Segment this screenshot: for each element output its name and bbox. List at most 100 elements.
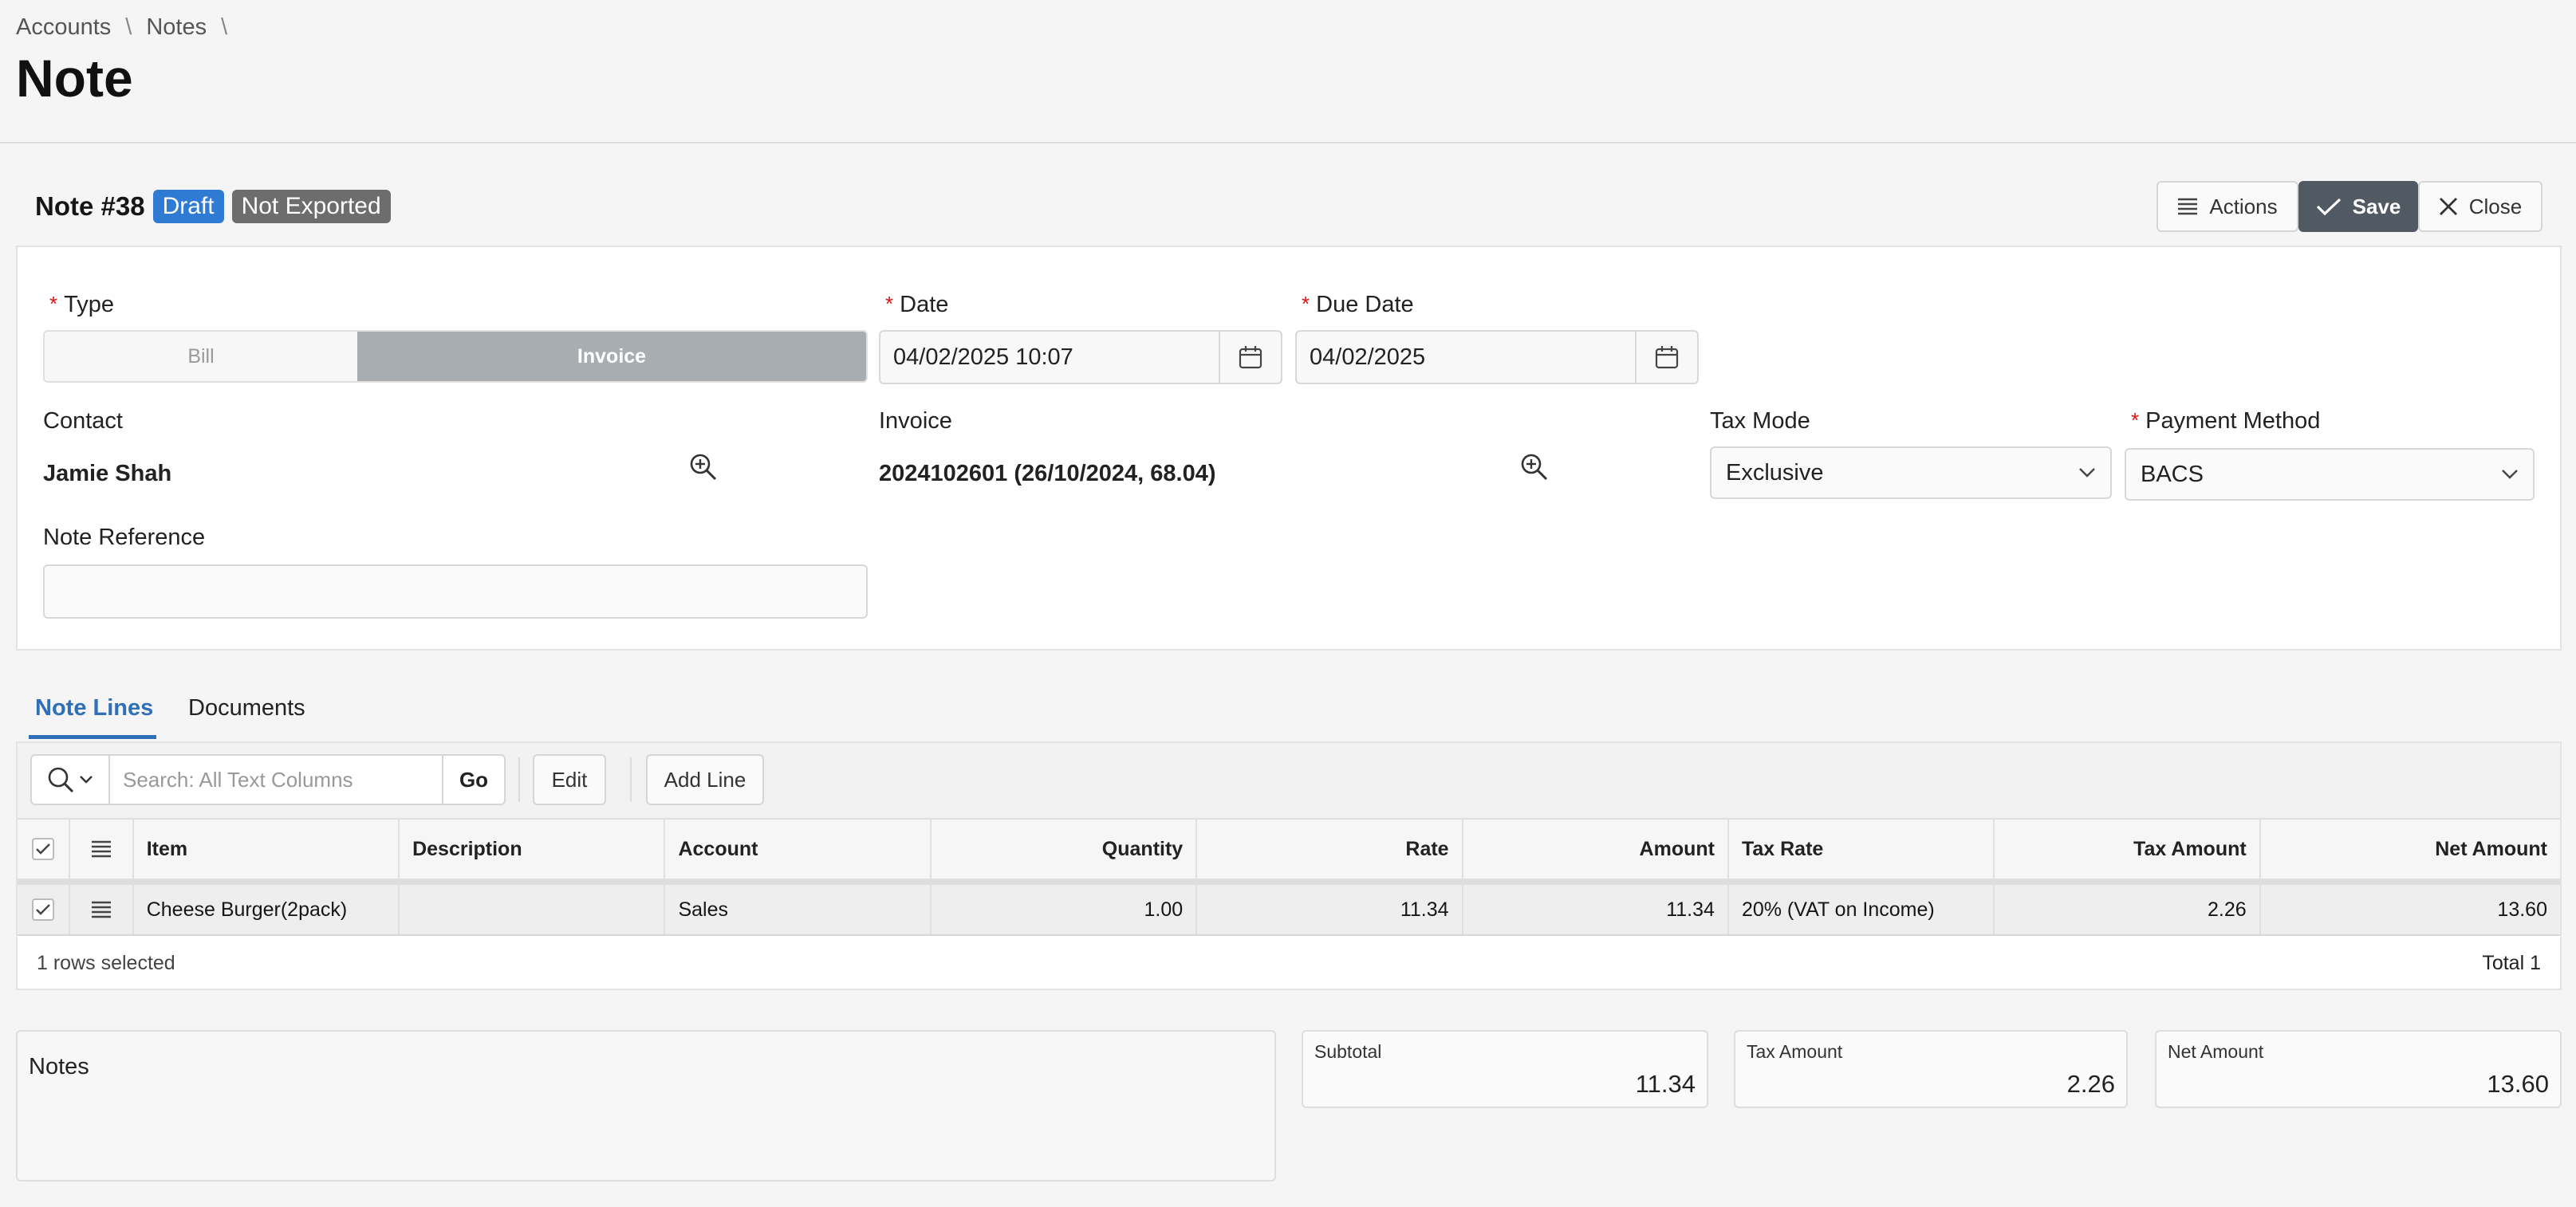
grid-footer: 1 rows selected Total 1 [18, 938, 2560, 989]
subtotal-value: 11.34 [1635, 1070, 1696, 1098]
close-button-label: Close [2468, 194, 2523, 218]
search-column-menu[interactable] [32, 756, 110, 804]
save-button[interactable]: Save [2298, 181, 2418, 232]
column-header-net-amount[interactable]: Net Amount [2261, 820, 2560, 879]
menu-lines-icon [91, 901, 112, 918]
column-header-account[interactable]: Account [665, 820, 932, 879]
note-heading: Note #38 Draft Not Exported [35, 190, 391, 223]
invoice-label: Invoice [879, 408, 952, 434]
date-input[interactable]: 04/02/2025 10:07 [880, 332, 1219, 383]
invoice-value: 2024102601 (26/10/2024, 68.04) [879, 461, 1216, 486]
tax-amount-value: 2.26 [2066, 1070, 2115, 1098]
tax-mode-label: Tax Mode [1710, 408, 1810, 434]
close-button[interactable]: Close [2418, 181, 2543, 232]
active-tab-indicator [29, 735, 156, 739]
search-icon [47, 766, 74, 793]
grid-search: Go [30, 754, 506, 805]
contact-lookup-zoom-icon[interactable] [687, 451, 719, 483]
net-amount-display: Net Amount 13.60 [2155, 1030, 2562, 1108]
breadcrumb-notes[interactable]: Notes [146, 14, 207, 41]
tab-documents[interactable]: Documents [188, 695, 305, 721]
menu-lines-icon [2177, 198, 2198, 215]
contact-label: Contact [43, 408, 123, 434]
go-button[interactable]: Go [442, 756, 504, 804]
cell-tax-rate[interactable]: 20% (VAT on Income) [1729, 885, 1995, 934]
toolbar-separator [630, 757, 632, 802]
subtotal-display: Subtotal 11.34 [1302, 1030, 1708, 1108]
payment-method-value: BACS [2141, 461, 2204, 487]
page-title: Note [16, 49, 133, 108]
add-line-button[interactable]: Add Line [646, 754, 764, 805]
cell-amount[interactable]: 11.34 [1463, 885, 1729, 934]
type-option-bill[interactable]: Bill [45, 332, 357, 381]
cell-item[interactable]: Cheese Burger(2pack) [134, 885, 400, 934]
actions-button[interactable]: Actions [2157, 181, 2298, 232]
column-header-description[interactable]: Description [400, 820, 666, 879]
chevron-down-icon [2078, 467, 2096, 478]
checkbox-checked-icon [31, 898, 54, 921]
column-header-quantity[interactable]: Quantity [932, 820, 1198, 879]
note-reference-label: Note Reference [43, 525, 206, 550]
column-header-amount[interactable]: Amount [1463, 820, 1729, 879]
due-date-calendar-button[interactable] [1635, 332, 1697, 383]
cell-net-amount[interactable]: 13.60 [2261, 885, 2560, 934]
subtotal-label: Subtotal [1314, 1041, 1382, 1062]
cell-quantity[interactable]: 1.00 [932, 885, 1198, 934]
grid-header-row: Item Description Account Quantity Rate A… [18, 820, 2560, 885]
checkbox-checked-icon [31, 838, 54, 860]
row-select-checkbox[interactable] [18, 885, 70, 934]
notes-label: Notes [29, 1054, 89, 1079]
cell-rate[interactable]: 11.34 [1197, 885, 1463, 934]
invoice-lookup-zoom-icon[interactable] [1518, 451, 1550, 483]
column-header-item[interactable]: Item [134, 820, 400, 879]
cell-description[interactable] [400, 885, 666, 934]
tax-mode-select[interactable]: Exclusive [1710, 446, 2112, 499]
note-reference-input[interactable] [43, 564, 868, 619]
breadcrumb: Accounts \ Notes \ [16, 14, 227, 41]
payment-method-select[interactable]: BACS [2125, 448, 2535, 501]
date-field: 04/02/2025 10:07 [879, 330, 1282, 384]
net-amount-label: Net Amount [2168, 1041, 2264, 1062]
type-option-invoice[interactable]: Invoice [357, 332, 866, 381]
search-input[interactable] [110, 756, 442, 804]
cell-account[interactable]: Sales [665, 885, 932, 934]
actions-button-label: Actions [2209, 194, 2278, 218]
row-actions-header[interactable] [70, 820, 134, 879]
calendar-icon [1655, 345, 1679, 369]
rows-selected-count: 1 rows selected [37, 951, 175, 974]
select-all-checkbox[interactable] [18, 820, 70, 879]
toolbar-separator [518, 757, 520, 802]
cell-tax-amount[interactable]: 2.26 [1995, 885, 2261, 934]
rows-total-count: Total 1 [2482, 951, 2541, 974]
calendar-icon [1239, 345, 1262, 369]
column-header-tax-amount[interactable]: Tax Amount [1995, 820, 2261, 879]
edit-button[interactable]: Edit [533, 754, 606, 805]
breadcrumb-accounts[interactable]: Accounts [16, 14, 111, 41]
date-calendar-button[interactable] [1219, 332, 1281, 383]
header-divider [0, 142, 2576, 144]
contact-value: Jamie Shah [43, 461, 172, 486]
not-exported-badge: Not Exported [231, 190, 391, 223]
due-date-field: 04/02/2025 [1295, 330, 1699, 384]
column-header-tax-rate[interactable]: Tax Rate [1729, 820, 1995, 879]
notes-textarea[interactable] [16, 1030, 1276, 1181]
close-icon [2439, 197, 2458, 216]
tax-amount-display: Tax Amount 2.26 [1734, 1030, 2128, 1108]
tax-amount-label: Tax Amount [1747, 1041, 1843, 1062]
type-label: * Type [49, 292, 114, 317]
column-header-rate[interactable]: Rate [1197, 820, 1463, 879]
due-date-label: * Due Date [1302, 292, 1414, 317]
due-date-input[interactable]: 04/02/2025 [1297, 332, 1635, 383]
payment-method-label: * Payment Method [2131, 408, 2321, 434]
draft-badge: Draft [152, 190, 224, 223]
save-button-label: Save [2352, 194, 2401, 218]
type-toggle: Bill Invoice [43, 330, 868, 383]
chevron-down-icon [79, 775, 93, 784]
tax-mode-value: Exclusive [1726, 459, 1824, 486]
breadcrumb-separator: \ [125, 14, 132, 40]
net-amount-value: 13.60 [2487, 1070, 2549, 1098]
tab-note-lines[interactable]: Note Lines [35, 695, 153, 721]
table-row[interactable]: Cheese Burger(2pack) Sales 1.00 11.34 11… [18, 885, 2560, 936]
chevron-down-icon [2501, 469, 2519, 480]
row-actions-button[interactable] [70, 885, 134, 934]
